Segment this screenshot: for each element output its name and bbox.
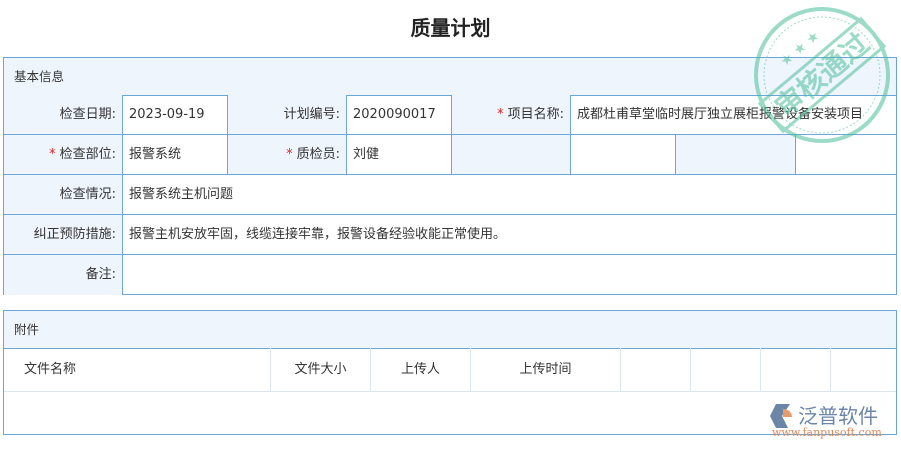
dept-label: * 检查部位: <box>4 135 123 175</box>
col-file-size: 文件大小 <box>271 348 371 392</box>
project-label-text: 项目名称: <box>507 107 564 122</box>
attachments-section: 附件 文件名称 文件大小 上传人 上传时间 <box>3 310 897 435</box>
col-file-name: 文件名称 <box>4 348 271 392</box>
plan-no-label: 计划编号: <box>228 95 347 135</box>
required-mark: * <box>49 147 56 162</box>
empty-value <box>571 135 676 175</box>
logo-icon <box>770 404 792 428</box>
date-value: 2023-09-19 <box>123 95 228 135</box>
logo-url: www.fanpusoft.com <box>772 426 882 439</box>
remark-label: 备注: <box>4 255 123 295</box>
approved-stamp: 审核通过 ★ ★ ★ <box>754 7 890 143</box>
inspector-label: * 质检员: <box>228 135 347 175</box>
inspector-label-text: 质检员: <box>296 147 340 162</box>
measures-label: 纠正预防措施: <box>4 215 123 255</box>
situation-label: 检查情况: <box>4 175 123 215</box>
situation-value: 报警系统主机问题 <box>123 175 896 215</box>
col-uploader: 上传人 <box>371 348 471 392</box>
empty-label <box>452 135 571 175</box>
measures-value: 报警主机安放牢固，线缆连接牢靠，报警设备经验收能正常使用。 <box>123 215 896 255</box>
required-mark: * <box>497 107 504 122</box>
remark-value <box>123 255 896 295</box>
col-empty <box>761 348 831 392</box>
required-mark: * <box>286 147 293 162</box>
col-empty <box>621 348 691 392</box>
col-empty <box>831 348 896 392</box>
col-empty <box>691 348 761 392</box>
section-header: 附件 <box>4 311 896 349</box>
dept-value: 报警系统 <box>123 135 228 175</box>
col-upload-time: 上传时间 <box>471 348 621 392</box>
inspector-value: 刘健 <box>347 135 452 175</box>
date-label: 检查日期: <box>4 95 123 135</box>
dept-label-text: 检查部位: <box>59 147 116 162</box>
stamp-text: 审核通过 <box>769 27 876 124</box>
project-label: * 项目名称: <box>452 95 571 135</box>
plan-no-value: 2020090017 <box>347 95 452 135</box>
logo-name: 泛普软件 <box>798 404 878 428</box>
